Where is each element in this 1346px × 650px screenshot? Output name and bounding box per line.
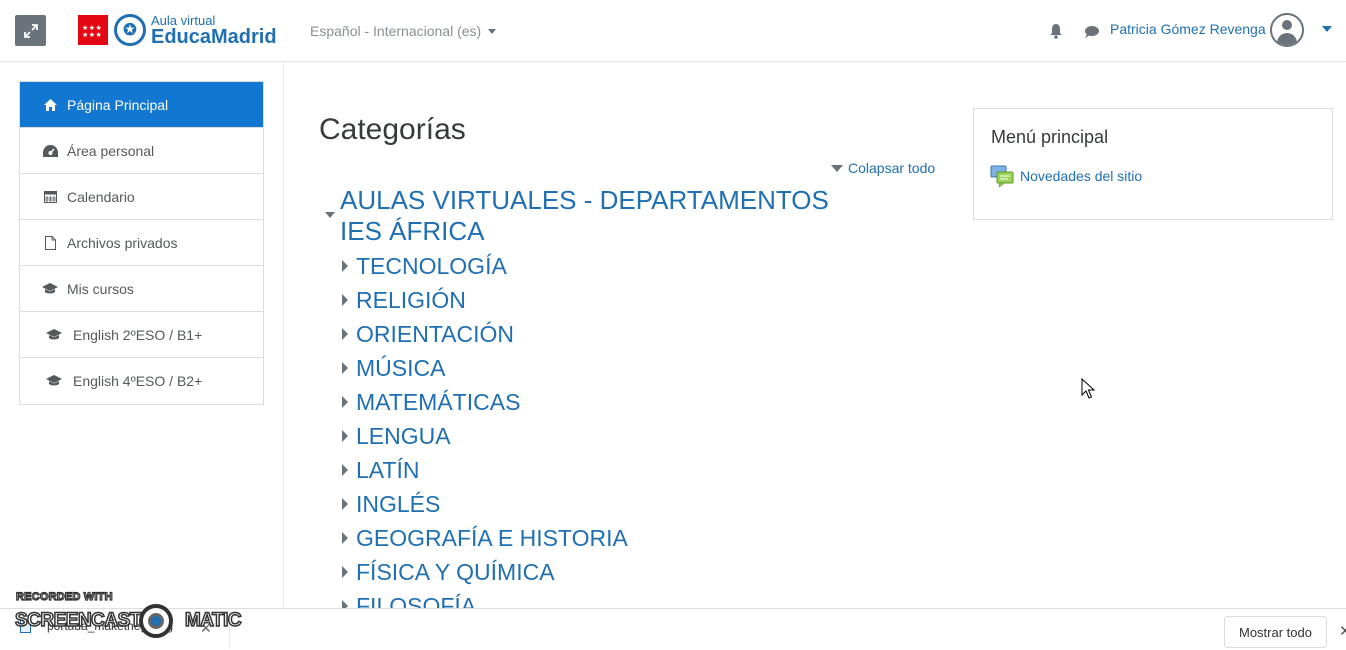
sidebar-item-course-english-4eso[interactable]: English 4ºESO / B2+ [20,358,263,404]
language-selector[interactable]: Español - Internacional (es) [310,23,497,39]
messages-button[interactable] [1084,25,1100,43]
subcategory-label[interactable]: ORIENTACIÓN [356,321,514,348]
sidebar-item-course-english-2eso[interactable]: English 2ºESO / B1+ [20,312,263,358]
collapse-all-label: Colapsar todo [848,160,936,176]
block-title: Menú principal [991,127,1109,147]
graduation-cap-icon [42,282,58,295]
nav-drawer: Página Principal Área personal Calendari… [0,63,284,608]
subcategory-label[interactable]: INGLÉS [356,491,440,518]
subcategory-item[interactable]: MATEMÁTICAS [342,385,842,419]
subcategory-label[interactable]: LATÍN [356,457,419,484]
chat-icon [1085,26,1099,38]
graduation-cap-icon [46,375,62,387]
caret-right-icon[interactable] [342,464,348,476]
watermark-line1: RECORDED WITH [15,590,113,603]
sidebar-item-dashboard[interactable]: Área personal [20,128,263,174]
caret-right-icon[interactable] [342,362,348,374]
user-name[interactable]: Patricia Gómez Revenga [1110,21,1266,37]
user-avatar[interactable] [1270,13,1304,47]
sidebar-item-calendar[interactable]: Calendario [20,174,263,220]
caret-down-icon[interactable] [325,212,335,218]
category-label[interactable]: AULAS VIRTUALES - DEPARTAMENTOS IES ÁFRI… [340,185,855,247]
educamadrid-emblem-icon: ✪ [114,14,146,46]
subcategory-label[interactable]: TECNOLOGÍA [356,253,507,280]
screencast-o-matic-watermark: RECORDED WITH SCREENCAST MATIC [14,590,242,641]
sidebar-item-label: English 2ºESO / B1+ [73,326,203,343]
sidebar-item-home[interactable]: Página Principal [20,82,263,128]
sidebar-item-label: Página Principal [67,96,169,113]
caret-right-icon[interactable] [342,532,348,544]
sidebar-item-label: English 4ºESO / B2+ [73,373,203,389]
nav-list: Página Principal Área personal Calendari… [19,81,264,405]
subcategory-item[interactable]: ORIENTACIÓN [342,317,842,351]
caret-down-icon [831,164,843,172]
madrid-flag-icon: ★★★ ★★★ [78,15,108,45]
sidebar-item-label: Mis cursos [67,280,134,297]
subcategory-label[interactable]: FÍSICA Y QUÍMICA [356,559,555,586]
caret-right-icon[interactable] [342,430,348,442]
main-content: Categorías Colapsar todo AULAS VIRTUALES… [285,63,1346,608]
logo-title: EducaMadrid [151,25,277,48]
site-news-link[interactable]: Novedades del sitio [990,165,1142,187]
subcategory-label[interactable]: MÚSICA [356,355,445,382]
caret-right-icon[interactable] [342,328,348,340]
dashboard-icon [42,144,58,157]
caret-right-icon[interactable] [342,498,348,510]
caret-right-icon[interactable] [342,600,348,608]
screencast-lens-icon [139,604,173,638]
mouse-cursor-icon [1081,378,1095,399]
subcategory-item[interactable]: INGLÉS [342,487,842,521]
site-news-label[interactable]: Novedades del sitio [1020,168,1142,184]
top-navbar: ★★★ ★★★ ✪ Aula virtual EducaMadrid Españo… [0,0,1346,62]
sidebar-item-private-files[interactable]: Archivos privados [20,220,263,266]
sidebar-item-label: Área personal [67,142,155,159]
logo-subtitle: Aula virtual [151,12,216,28]
bell-icon [1050,24,1062,39]
show-all-button[interactable]: Mostrar todo [1224,616,1327,648]
watermark-line2-right: MATIC [184,609,242,632]
page-title: Categorías [319,113,466,146]
graduation-cap-icon [46,328,62,341]
caret-right-icon[interactable] [342,396,348,408]
subcategory-item[interactable]: FÍSICA Y QUÍMICA [342,555,842,589]
file-icon [42,235,58,250]
subcategory-item[interactable]: TECNOLOGÍA [342,249,842,283]
caret-right-icon[interactable] [342,260,348,272]
subcategory-label[interactable]: RELIGIÓN [356,287,466,314]
subcategory-label[interactable]: LENGUA [356,423,451,450]
close-download-bar-icon[interactable]: ✕ [1339,622,1346,640]
category-aulas-virtuales[interactable]: AULAS VIRTUALES - DEPARTAMENTOS IES ÁFRI… [325,185,855,247]
watermark-line2-left: SCREENCAST [14,609,142,632]
forum-icon [990,165,1014,187]
language-label: Español - Internacional (es) [310,23,482,39]
subcategory-item[interactable]: GEOGRAFÍA E HISTORIA [342,521,842,555]
subcategory-label[interactable]: MATEMÁTICAS [356,389,520,416]
calendar-icon [42,190,58,203]
educamadrid-logo[interactable]: ★★★ ★★★ ✪ Aula virtual EducaMadrid [78,12,277,48]
sidebar-item-label: Archivos privados [67,234,178,251]
main-menu-block: Menú principal Novedades del sitio [973,108,1333,220]
caret-right-icon[interactable] [342,566,348,578]
user-menu-chevron-icon[interactable] [1322,26,1332,32]
subcategory-item[interactable]: FILOSOFÍA [342,589,842,608]
subcategory-item[interactable]: MÚSICA [342,351,842,385]
sidebar-item-label: Calendario [67,188,135,205]
subcategory-item[interactable]: LATÍN [342,453,842,487]
subcategory-item[interactable]: RELIGIÓN [342,283,842,317]
subcategory-item[interactable]: LENGUA [342,419,842,453]
sidebar-item-my-courses[interactable]: Mis cursos [20,266,263,312]
expand-drawer-button[interactable] [15,15,46,46]
notifications-button[interactable] [1049,23,1063,44]
subcategory-list: TECNOLOGÍA RELIGIÓN ORIENTACIÓN MÚSICA M… [342,249,842,608]
caret-right-icon[interactable] [342,294,348,306]
chevron-down-icon [488,28,497,34]
subcategory-label[interactable]: GEOGRAFÍA E HISTORIA [356,525,628,552]
home-icon [42,98,58,111]
expand-icon [23,23,38,38]
subcategory-label[interactable]: FILOSOFÍA [356,593,476,609]
collapse-all-link[interactable]: Colapsar todo [831,160,935,176]
